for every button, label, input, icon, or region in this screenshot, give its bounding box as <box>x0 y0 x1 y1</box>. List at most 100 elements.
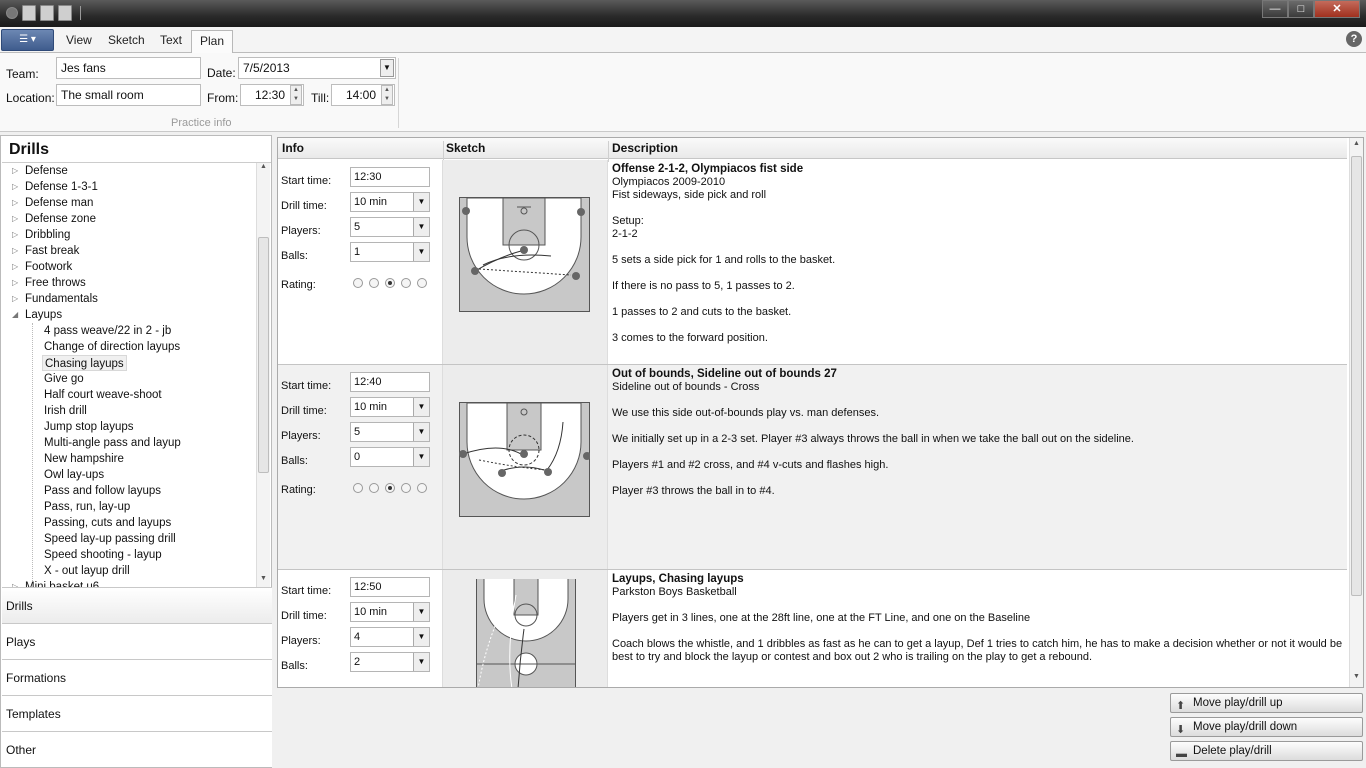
grid-scrollbar[interactable]: ▲ ▼ <box>1349 138 1363 687</box>
save-as-icon[interactable] <box>58 5 72 21</box>
players-select[interactable]: 5 ▼ <box>350 217 430 237</box>
tree-category[interactable]: Mini basket u6 <box>25 579 99 587</box>
tree-drill-item[interactable]: Owl lay-ups <box>44 467 104 483</box>
dropdown-arrow-icon[interactable]: ▼ <box>413 193 429 211</box>
rating-radio[interactable] <box>353 483 363 493</box>
drill-time-select[interactable]: 10 min ▼ <box>350 192 430 212</box>
delete-button[interactable]: ▬ Delete play/drill <box>1170 741 1363 761</box>
sketch-cell[interactable] <box>443 160 608 364</box>
tree-drill-item[interactable]: X - out layup drill <box>44 563 130 579</box>
move-up-button[interactable]: ⬆ Move play/drill up <box>1170 693 1363 713</box>
header-info[interactable]: Info <box>282 141 304 155</box>
collapse-arrow-icon[interactable]: ◢ <box>12 307 18 323</box>
tree-drill-item[interactable]: Chasing layups <box>42 355 127 371</box>
tree-category[interactable]: Dribbling <box>25 227 70 243</box>
tree-category[interactable]: Fundamentals <box>25 291 98 307</box>
description-cell[interactable]: Offense 2-1-2, Olympiacos fist side Olymp… <box>608 160 1347 364</box>
rating-radio[interactable] <box>401 483 411 493</box>
minimize-button[interactable]: — <box>1262 0 1288 18</box>
grid-scroll-thumb[interactable] <box>1351 156 1362 596</box>
dropdown-arrow-icon[interactable]: ▼ <box>413 628 429 646</box>
tree-drill-item[interactable]: Irish drill <box>44 403 87 419</box>
start-time-input[interactable]: 12:30 <box>350 167 430 187</box>
nav-drills[interactable]: Drills <box>2 587 272 623</box>
plan-row[interactable]: Start time: 12:40 Drill time: 10 min ▼ Pl… <box>278 365 1347 570</box>
header-sketch[interactable]: Sketch <box>446 141 485 155</box>
players-select[interactable]: 5 ▼ <box>350 422 430 442</box>
dropdown-arrow-icon[interactable]: ▼ <box>413 448 429 466</box>
location-input[interactable]: The small room <box>56 84 201 106</box>
rating-radio[interactable] <box>385 483 395 493</box>
tree-drill-item[interactable]: Jump stop layups <box>44 419 134 435</box>
tree-category[interactable]: Defense <box>25 163 68 179</box>
balls-select[interactable]: 2 ▼ <box>350 652 430 672</box>
dropdown-arrow-icon[interactable]: ▼ <box>413 243 429 261</box>
tree-category[interactable]: Free throws <box>25 275 86 291</box>
description-cell[interactable]: Layups, Chasing layups Parkston Boys Bask… <box>608 570 1347 687</box>
tree-drill-item[interactable]: Half court weave-shoot <box>44 387 162 403</box>
tree-drill-item[interactable]: Change of direction layups <box>44 339 180 355</box>
scroll-down-icon[interactable]: ▼ <box>257 575 270 587</box>
plan-row[interactable]: Start time: 12:50 Drill time: 10 min ▼ Pl… <box>278 570 1347 687</box>
tab-plan[interactable]: Plan <box>191 30 234 53</box>
help-icon[interactable]: ? <box>1346 31 1362 47</box>
header-description[interactable]: Description <box>612 141 678 155</box>
nav-other[interactable]: Other <box>2 731 272 767</box>
till-spinner-icon[interactable]: ▲ ▼ <box>381 85 393 105</box>
grid-scroll-up-icon[interactable]: ▲ <box>1350 140 1363 152</box>
expand-arrow-icon[interactable]: ▷ <box>12 179 18 195</box>
date-picker[interactable]: 7/5/2013 ▼ <box>238 57 396 79</box>
nav-templates[interactable]: Templates <box>2 695 272 731</box>
expand-arrow-icon[interactable]: ▷ <box>12 291 18 307</box>
tree-drill-item[interactable]: Give go <box>44 371 84 387</box>
app-menu-button[interactable]: ☰ ▾ <box>1 29 54 51</box>
tree-drill-item[interactable]: Pass, run, lay-up <box>44 499 130 515</box>
rating-radio[interactable] <box>401 278 411 288</box>
tree-drill-item[interactable]: Speed lay-up passing drill <box>44 531 176 547</box>
tree-scrollbar[interactable]: ▲ ▼ <box>256 163 270 587</box>
tab-text[interactable]: Text <box>152 30 190 53</box>
rating-radio[interactable] <box>385 278 395 288</box>
tree-category[interactable]: Defense 1-3-1 <box>25 179 98 195</box>
dropdown-arrow-icon[interactable]: ▼ <box>413 398 429 416</box>
rating-radio[interactable] <box>417 483 427 493</box>
expand-arrow-icon[interactable]: ▷ <box>12 275 18 291</box>
players-select[interactable]: 4 ▼ <box>350 627 430 647</box>
tree-category[interactable]: Defense man <box>25 195 93 211</box>
dropdown-arrow-icon[interactable]: ▼ <box>413 423 429 441</box>
move-down-button[interactable]: ⬇ Move play/drill down <box>1170 717 1363 737</box>
tab-sketch[interactable]: Sketch <box>100 30 153 53</box>
dropdown-arrow-icon[interactable]: ▼ <box>413 218 429 236</box>
expand-arrow-icon[interactable]: ▷ <box>12 243 18 259</box>
tree-drill-item[interactable]: Passing, cuts and layups <box>44 515 171 531</box>
balls-select[interactable]: 0 ▼ <box>350 447 430 467</box>
from-spinner-icon[interactable]: ▲ ▼ <box>290 85 302 105</box>
rating-radio[interactable] <box>353 278 363 288</box>
expand-arrow-icon[interactable]: ▷ <box>12 227 18 243</box>
maximize-button[interactable]: □ <box>1288 0 1314 18</box>
nav-plays[interactable]: Plays <box>2 623 272 659</box>
expand-arrow-icon[interactable]: ▷ <box>12 195 18 211</box>
tree-drill-item[interactable]: New hampshire <box>44 451 124 467</box>
save-icon[interactable] <box>40 5 54 21</box>
rating-radio[interactable] <box>369 483 379 493</box>
tree-category[interactable]: Defense zone <box>25 211 96 227</box>
tree-category[interactable]: Layups <box>25 307 62 323</box>
tree-drill-item[interactable]: 4 pass weave/22 in 2 - jb <box>44 323 171 339</box>
start-time-input[interactable]: 12:40 <box>350 372 430 392</box>
tree-category[interactable]: Fast break <box>25 243 79 259</box>
rating-radio[interactable] <box>369 278 379 288</box>
rating-radio[interactable] <box>417 278 427 288</box>
dropdown-arrow-icon[interactable]: ▼ <box>413 603 429 621</box>
date-dropdown-icon[interactable]: ▼ <box>380 59 394 77</box>
drill-time-select[interactable]: 10 min ▼ <box>350 602 430 622</box>
expand-arrow-icon[interactable]: ▷ <box>12 163 18 179</box>
drill-time-select[interactable]: 10 min ▼ <box>350 397 430 417</box>
expand-arrow-icon[interactable]: ▷ <box>12 579 18 587</box>
expand-arrow-icon[interactable]: ▷ <box>12 211 18 227</box>
close-button[interactable]: ✕ <box>1314 0 1360 18</box>
tree-drill-item[interactable]: Pass and follow layups <box>44 483 161 499</box>
sketch-cell[interactable] <box>443 570 608 687</box>
scroll-up-icon[interactable]: ▲ <box>257 163 270 175</box>
tree-category[interactable]: Footwork <box>25 259 72 275</box>
